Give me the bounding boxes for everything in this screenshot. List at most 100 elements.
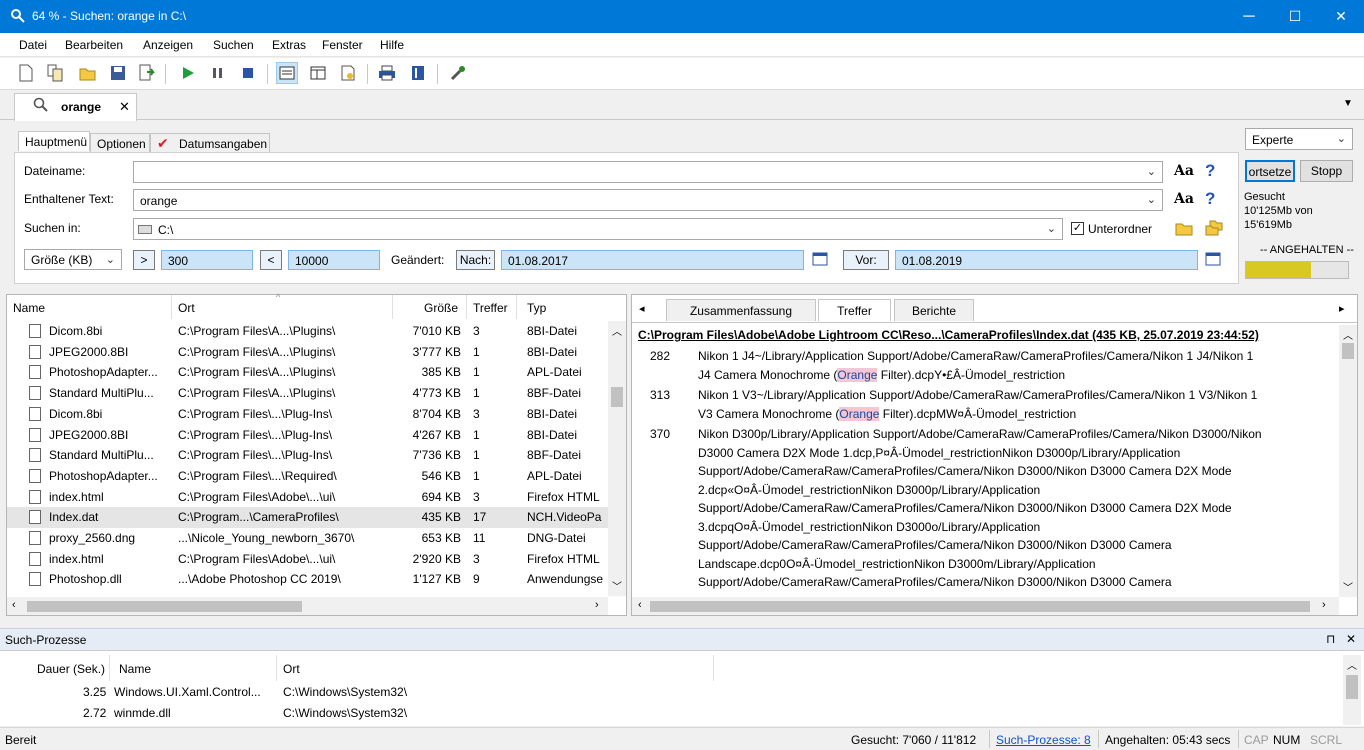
status-processes-link[interactable]: Such-Prozesse: 8 — [996, 733, 1091, 747]
horizontal-scrollbar[interactable]: ‹ › — [632, 597, 1339, 615]
table-row[interactable]: PhotoshopAdapter... C:\Program Files\...\… — [7, 466, 608, 487]
table-row[interactable]: index.html C:\Program Files\Adobe\...\ui\… — [7, 487, 608, 508]
table-row[interactable]: JPEG2000.8BI C:\Program Files\...\Plug-In… — [7, 425, 608, 446]
size-max-input[interactable]: 10000 — [288, 250, 380, 270]
book-icon[interactable] — [407, 62, 429, 84]
calendar-icon[interactable] — [812, 250, 828, 269]
table-row[interactable]: Index.dat C:\Program...\CameraProfiles\ 43… — [7, 507, 608, 528]
view-split-icon[interactable] — [307, 62, 329, 84]
chevron-down-icon[interactable]: ⌄ — [1147, 165, 1156, 178]
subfolders-checkbox[interactable]: ✓ — [1071, 222, 1084, 235]
tab-treffer[interactable]: Treffer — [818, 299, 891, 321]
col-process-ort-header[interactable]: Ort — [283, 662, 300, 676]
continue-button[interactable]: ortsetze — [1245, 160, 1295, 182]
chevron-down-icon[interactable]: ⌄ — [1147, 193, 1156, 206]
col-duration-header[interactable]: Dauer (Sek.) — [37, 662, 105, 676]
table-row[interactable]: Dicom.8bi C:\Program Files\...\Plug-Ins\ 8… — [7, 404, 608, 425]
menu-suchen[interactable]: Suchen — [213, 38, 254, 52]
col-name-header[interactable]: Name — [13, 301, 45, 315]
multi-folder-icon[interactable] — [1205, 220, 1223, 239]
menu-datei[interactable]: Datei — [19, 38, 47, 52]
menu-hilfe[interactable]: Hilfe — [380, 38, 404, 52]
scroll-left-icon[interactable]: ◂ — [639, 302, 645, 315]
calendar-icon[interactable] — [1205, 250, 1221, 269]
start-search-icon[interactable] — [177, 62, 199, 84]
tab-zusammenfassung[interactable]: Zusammenfassung — [666, 299, 816, 321]
save-icon[interactable] — [107, 62, 129, 84]
browse-folder-icon[interactable] — [1175, 220, 1193, 239]
size-min-input[interactable]: 300 — [161, 250, 253, 270]
stop-icon[interactable] — [237, 62, 259, 84]
table-row[interactable]: Dicom.8bi C:\Program Files\A...\Plugins\ 7… — [7, 321, 608, 342]
col-process-name-header[interactable]: Name — [119, 662, 151, 676]
scroll-thumb[interactable] — [611, 387, 623, 407]
less-than-button[interactable]: < — [260, 250, 282, 270]
scroll-thumb[interactable] — [650, 601, 1310, 612]
col-ort-header[interactable]: Ort — [178, 301, 195, 315]
close-button[interactable]: ✕ — [1318, 0, 1364, 33]
case-sensitive-icon[interactable]: Aa — [1174, 191, 1194, 207]
col-hits-header[interactable]: Treffer — [473, 301, 508, 315]
process-row[interactable]: 3.25 Windows.UI.Xaml.Control... C:\Windo… — [0, 682, 1340, 703]
status-paused: Angehalten: 05:43 secs — [1105, 733, 1231, 747]
close-panel-icon[interactable]: ✕ — [1346, 632, 1356, 646]
view-details-icon[interactable] — [276, 62, 298, 84]
after-button[interactable]: Nach: — [456, 250, 495, 270]
tab-berichte[interactable]: Berichte — [894, 299, 974, 321]
table-row[interactable]: index.html C:\Program Files\Adobe\...\ui\… — [7, 549, 608, 570]
document-tab-orange[interactable]: orange ✕ — [14, 93, 137, 121]
after-date-input[interactable]: 01.08.2017 — [501, 250, 804, 270]
settings-tools-icon[interactable] — [447, 62, 469, 84]
pause-icon[interactable] — [207, 62, 229, 84]
tab-list-dropdown-icon[interactable]: ▼ — [1343, 98, 1353, 109]
help-icon[interactable]: ? — [1205, 161, 1215, 181]
chevron-down-icon[interactable]: ⌄ — [1047, 222, 1056, 235]
table-row[interactable]: Standard MultiPlu... C:\Program Files\...… — [7, 445, 608, 466]
greater-than-button[interactable]: > — [133, 250, 155, 270]
vertical-scrollbar[interactable]: ︿ — [1343, 655, 1361, 725]
table-row[interactable]: proxy_2560.dng ...\Nicole_Young_newborn_3… — [7, 528, 608, 549]
open-folder-icon[interactable] — [77, 62, 99, 84]
menu-fenster[interactable]: Fenster — [322, 38, 363, 52]
table-row[interactable]: PhotoshopAdapter... C:\Program Files\A...… — [7, 362, 608, 383]
scroll-thumb[interactable] — [1342, 343, 1354, 359]
menu-extras[interactable]: Extras — [272, 38, 306, 52]
preview-file-header[interactable]: C:\Program Files\Adobe\Adobe Lightroom C… — [638, 328, 1259, 342]
col-size-header[interactable]: Größe — [424, 301, 458, 315]
contains-text-input[interactable]: orange ⌄ — [133, 189, 1163, 211]
stop-button[interactable]: Stopp — [1300, 160, 1353, 182]
filename-input[interactable]: ⌄ — [133, 161, 1163, 183]
scroll-thumb[interactable] — [27, 601, 302, 612]
tab-optionen[interactable]: Optionen — [90, 133, 150, 153]
minimize-button[interactable]: ─ — [1226, 0, 1272, 33]
tab-hauptmenu[interactable]: Hauptmenü — [18, 131, 90, 151]
mode-select[interactable]: Experte ⌄ — [1245, 128, 1353, 150]
process-row[interactable]: 2.72 winmde.dll C:\Windows\System32\ — [0, 703, 1340, 724]
scroll-right-icon[interactable]: ▸ — [1339, 302, 1345, 315]
before-date-input[interactable]: 01.08.2019 — [895, 250, 1198, 270]
table-row[interactable]: Standard MultiPlu... C:\Program Files\A..… — [7, 383, 608, 404]
help-icon[interactable]: ? — [1205, 189, 1215, 209]
pin-icon[interactable]: ⊓ — [1326, 632, 1335, 646]
print-icon[interactable] — [376, 62, 398, 84]
horizontal-scrollbar[interactable]: ‹ › — [7, 597, 608, 615]
look-in-input[interactable]: C:\ ⌄ — [133, 218, 1063, 240]
vertical-scrollbar[interactable]: ︿ ﹀ — [1339, 325, 1357, 597]
close-tab-icon[interactable]: ✕ — [119, 99, 130, 115]
table-row[interactable]: JPEG2000.8BI C:\Program Files\A...\Plugin… — [7, 342, 608, 363]
menu-anzeigen[interactable]: Anzeigen — [143, 38, 193, 52]
scroll-thumb[interactable] — [1346, 675, 1358, 699]
vertical-scrollbar[interactable]: ︿ ﹀ — [608, 321, 626, 596]
tab-datumsangaben[interactable]: ✔ Datumsangaben — [150, 133, 270, 153]
menu-bearbeiten[interactable]: Bearbeiten — [65, 38, 123, 52]
new-document-icon[interactable] — [15, 62, 37, 84]
col-type-header[interactable]: Typ — [527, 301, 546, 315]
maximize-button[interactable]: ☐ — [1272, 0, 1318, 33]
before-button[interactable]: Vor: — [843, 250, 889, 270]
size-filter-select[interactable]: Größe (KB) ⌄ — [24, 249, 122, 270]
table-row[interactable]: Photoshop.dll ...\Adobe Photoshop CC 2019… — [7, 569, 608, 590]
case-sensitive-icon[interactable]: Aa — [1174, 163, 1194, 179]
report-icon[interactable] — [337, 62, 359, 84]
export-icon[interactable] — [137, 62, 159, 84]
copy-document-icon[interactable] — [45, 62, 67, 84]
